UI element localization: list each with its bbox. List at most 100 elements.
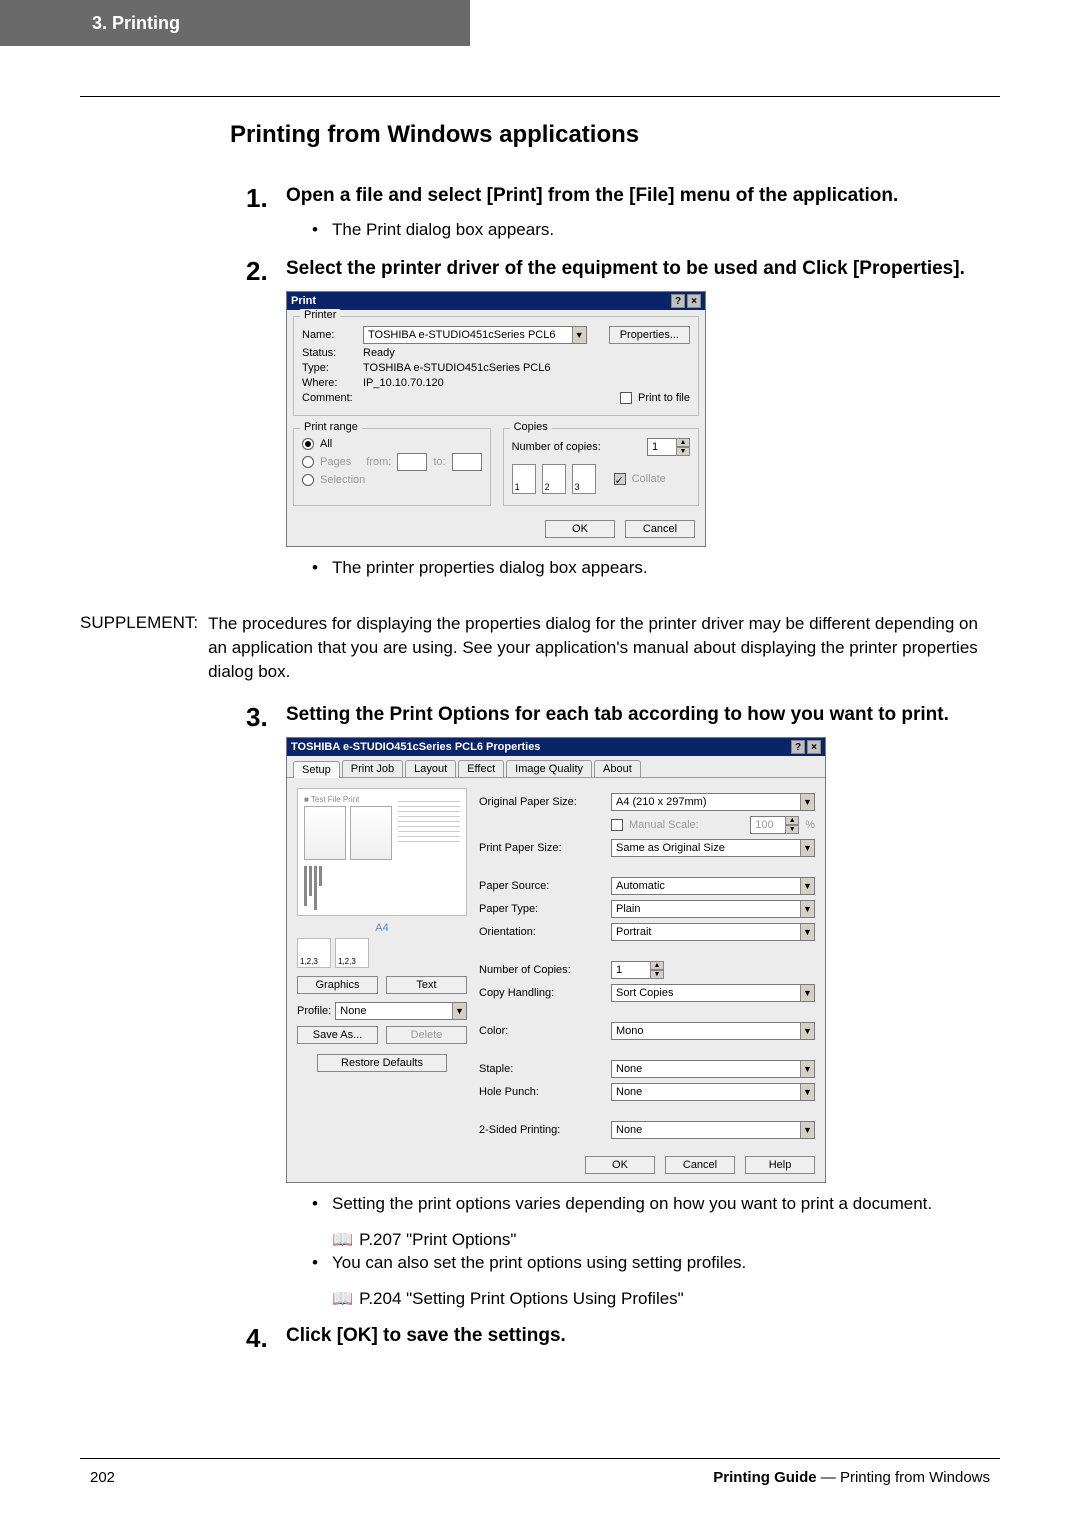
properties-dialog-title: TOSHIBA e-STUDIO451cSeries PCL6 Properti… (291, 741, 540, 753)
step-1-text: Open a file and select [Print] from the … (286, 183, 990, 209)
footer-right: Printing Guide — Printing from Windows (713, 1469, 990, 1486)
range-selection-radio[interactable] (302, 474, 314, 486)
range-all-radio[interactable] (302, 438, 314, 450)
hole-punch-label: Hole Punch: (479, 1086, 611, 1098)
copy-handling-value: Sort Copies (616, 987, 673, 999)
num-copies-input[interactable] (647, 438, 677, 456)
paper-source-value: Automatic (616, 880, 665, 892)
spin-up-icon[interactable]: ▲ (650, 961, 664, 970)
tab-setup[interactable]: Setup (293, 761, 340, 778)
graphics-button[interactable]: Graphics (297, 976, 378, 994)
spin-down-icon[interactable]: ▼ (785, 825, 799, 834)
footer-right-normal: — Printing from Windows (817, 1469, 990, 1486)
section-title: Printing from Windows applications (230, 121, 990, 149)
close-icon[interactable]: × (807, 740, 821, 754)
preview-thumb-icon (350, 806, 392, 860)
restore-defaults-button[interactable]: Restore Defaults (317, 1054, 447, 1072)
duplex-value: None (616, 1124, 642, 1136)
paper-type-label: Paper Type: (479, 903, 611, 915)
profile-label: Profile: (297, 1005, 331, 1017)
xref-2: 📖P.204 "Setting Print Options Using Prof… (332, 1289, 990, 1309)
spin-down-icon[interactable]: ▼ (676, 447, 690, 456)
step-1-number: 1. (246, 183, 286, 214)
xref-1: 📖P.207 "Print Options" (332, 1230, 990, 1250)
help-icon[interactable]: ? (671, 294, 685, 308)
ok-button[interactable]: OK (545, 520, 615, 538)
color-label: Color: (479, 1025, 611, 1037)
chapter-tab: 3. Printing (0, 0, 470, 46)
orig-size-value: A4 (210 x 297mm) (616, 796, 706, 808)
manual-scale-input[interactable] (750, 816, 786, 834)
print-size-select[interactable]: Same as Original Size▼ (611, 839, 815, 857)
hole-punch-select[interactable]: None▼ (611, 1083, 815, 1101)
percent-label: % (805, 819, 815, 831)
print-dialog-title: Print (291, 295, 316, 307)
staple-label: Staple: (479, 1063, 611, 1075)
from-input[interactable] (397, 453, 427, 471)
comment-label: Comment: (302, 392, 357, 404)
printer-name-select[interactable]: TOSHIBA e-STUDIO451cSeries PCL6▼ (363, 326, 587, 344)
copy-handling-select[interactable]: Sort Copies ▼ (611, 984, 815, 1002)
tab-effect[interactable]: Effect (458, 760, 504, 777)
properties-button[interactable]: Properties... (609, 326, 690, 344)
range-pages-radio[interactable] (302, 456, 314, 468)
cancel-button[interactable]: Cancel (625, 520, 695, 538)
supplement-label: SUPPLEMENT: (80, 612, 198, 683)
to-input[interactable] (452, 453, 482, 471)
num-copies-label: Number of copies: (512, 441, 641, 453)
name-label: Name: (302, 329, 357, 341)
profile-select[interactable]: None▼ (335, 1002, 467, 1020)
save-as-button[interactable]: Save As... (297, 1026, 378, 1044)
help-icon[interactable]: ? (791, 740, 805, 754)
spin-up-icon[interactable]: ▲ (785, 816, 799, 825)
duplex-select[interactable]: None▼ (611, 1121, 815, 1139)
manual-scale-checkbox[interactable] (611, 819, 623, 831)
staple-value: None (616, 1063, 642, 1075)
properties-tabs: Setup Print Job Layout Effect Image Qual… (287, 756, 825, 778)
close-icon[interactable]: × (687, 294, 701, 308)
profile-value: None (340, 1005, 366, 1017)
ok-button[interactable]: OK (585, 1156, 655, 1174)
chevron-down-icon: ▼ (800, 985, 814, 1001)
chevron-down-icon: ▼ (800, 1023, 814, 1039)
supplement-text: The procedures for displaying the proper… (208, 612, 990, 683)
print-to-file-checkbox[interactable] (620, 392, 632, 404)
chevron-down-icon: ▼ (800, 924, 814, 940)
cancel-button[interactable]: Cancel (665, 1156, 735, 1174)
paper-type-select[interactable]: Plain▼ (611, 900, 815, 918)
tab-about[interactable]: About (594, 760, 641, 777)
num-copies-input2[interactable] (611, 961, 651, 979)
orientation-select[interactable]: Portrait▼ (611, 923, 815, 941)
where-value: IP_10.10.70.120 (363, 377, 444, 389)
page-footer: 202 Printing Guide — Printing from Windo… (0, 1458, 1080, 1486)
chevron-down-icon: ▼ (800, 878, 814, 894)
color-select[interactable]: Mono▼ (611, 1022, 815, 1040)
tab-print-job[interactable]: Print Job (342, 760, 403, 777)
chevron-down-icon: ▼ (800, 1061, 814, 1077)
duplex-label: 2-Sided Printing: (479, 1124, 611, 1136)
chevron-down-icon: ▼ (800, 794, 814, 810)
printer-name-value: TOSHIBA e-STUDIO451cSeries PCL6 (368, 329, 555, 341)
step-3-number: 3. (246, 702, 286, 733)
step-1-bullet: The Print dialog box appears. (312, 219, 990, 242)
orig-size-select[interactable]: A4 (210 x 297mm) ▼ (611, 793, 815, 811)
step-2: 2. Select the printer driver of the equi… (246, 256, 990, 595)
page-preview: ■ Test File Print (297, 788, 467, 916)
where-label: Where: (302, 377, 357, 389)
staple-select[interactable]: None ▼ (611, 1060, 815, 1078)
collate-checkbox[interactable]: ✓ (614, 473, 626, 485)
text-button[interactable]: Text (386, 976, 467, 994)
properties-dialog: TOSHIBA e-STUDIO451cSeries PCL6 Properti… (286, 737, 826, 1183)
spin-up-icon[interactable]: ▲ (676, 438, 690, 447)
tab-image-quality[interactable]: Image Quality (506, 760, 592, 777)
preview-thumb-icon (304, 806, 346, 860)
help-button[interactable]: Help (745, 1156, 815, 1174)
delete-button[interactable]: Delete (386, 1026, 467, 1044)
paper-source-select[interactable]: Automatic ▼ (611, 877, 815, 895)
spin-down-icon[interactable]: ▼ (650, 970, 664, 979)
tab-layout[interactable]: Layout (405, 760, 456, 777)
xref-1-text: P.207 "Print Options" (359, 1230, 516, 1250)
properties-dialog-titlebar: TOSHIBA e-STUDIO451cSeries PCL6 Properti… (287, 738, 825, 756)
step-2-number: 2. (246, 256, 286, 287)
sort-pile-icon: 1,2,3 (297, 938, 331, 968)
